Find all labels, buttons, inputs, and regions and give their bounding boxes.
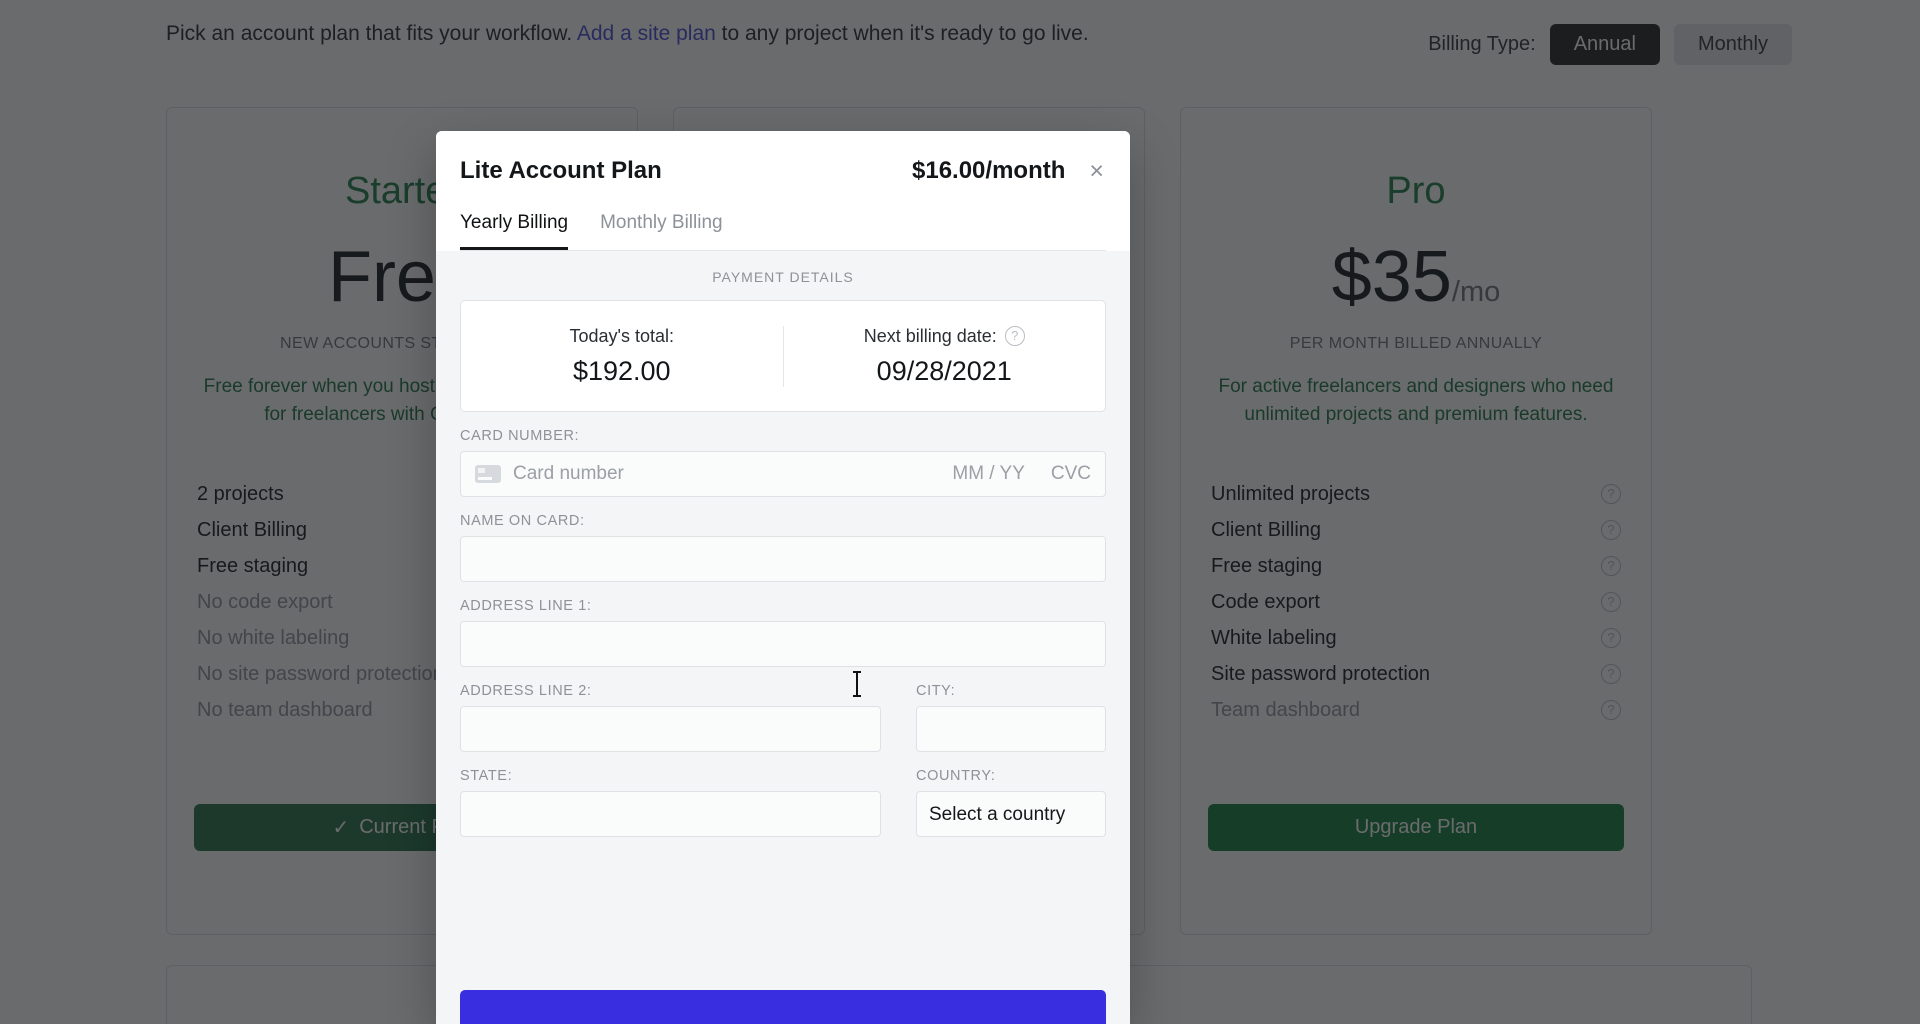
card-number-input[interactable]: Card number MM / YY CVC [460,451,1106,497]
address2-city-row: ADDRESS LINE 2: CITY: [460,667,1106,752]
next-billing-date-label: Next billing date: ? [792,326,1098,347]
screen-root: Pick an account plan that fits your work… [0,0,1920,1024]
modal-tabs: Yearly Billing Monthly Billing [460,212,1106,251]
state-label: STATE: [460,768,513,784]
modal-price: $16.00/month [912,157,1066,184]
next-billing-date-text: Next billing date: [863,325,997,346]
city-field: CITY: [916,683,1106,752]
next-billing-date: Next billing date: ? 09/28/2021 [782,325,1106,387]
country-field: COUNTRY: Select a country [916,768,1106,837]
state-input[interactable] [460,791,881,837]
card-number-placeholder: Card number [513,463,624,484]
todays-total: Today's total: $192.00 [461,326,783,387]
address-line-2-input[interactable] [460,706,881,752]
next-billing-date-value: 09/28/2021 [876,355,1012,386]
credit-card-icon [475,465,501,483]
close-icon[interactable]: × [1087,158,1106,184]
address-line-1-field: ADDRESS LINE 1: [460,598,1106,667]
todays-total-value: $192.00 [572,355,671,386]
country-label: COUNTRY: [916,768,996,784]
address-line-1-input[interactable] [460,621,1106,667]
state-country-row: STATE: COUNTRY: Select a country [460,752,1106,837]
name-on-card-label: NAME ON CARD: [460,513,585,529]
modal-body: PAYMENT DETAILS Today's total: $192.00 N… [436,251,1130,1024]
modal-title: Lite Account Plan [460,157,662,184]
card-expiry-placeholder: MM / YY [952,463,1025,484]
card-number-label: CARD NUMBER: [460,428,580,444]
payment-modal: Lite Account Plan $16.00/month × Yearly … [436,131,1130,1024]
address-line-1-label: ADDRESS LINE 1: [460,598,592,614]
address-line-2-label: ADDRESS LINE 2: [460,683,592,699]
tab-monthly-billing[interactable]: Monthly Billing [600,212,723,250]
submit-payment-button[interactable] [460,990,1106,1024]
tab-yearly-billing[interactable]: Yearly Billing [460,212,569,250]
name-on-card-field: NAME ON CARD: [460,513,1106,582]
help-icon[interactable]: ? [1004,326,1025,346]
payment-details-label: PAYMENT DETAILS [712,269,854,285]
address-line-2-field: ADDRESS LINE 2: [460,683,881,752]
city-label: CITY: [916,683,956,699]
totals-box: Today's total: $192.00 Next billing date… [460,300,1106,412]
city-input[interactable] [916,706,1106,752]
name-on-card-input[interactable] [460,536,1106,582]
card-number-field: CARD NUMBER: Card number MM / YY CVC [460,428,1106,497]
country-select[interactable]: Select a country [916,791,1106,837]
card-cvc-placeholder: CVC [1050,463,1091,484]
state-field: STATE: [460,768,881,837]
todays-total-label: Today's total: [569,325,675,346]
modal-header: Lite Account Plan $16.00/month × Yearly … [436,131,1130,251]
